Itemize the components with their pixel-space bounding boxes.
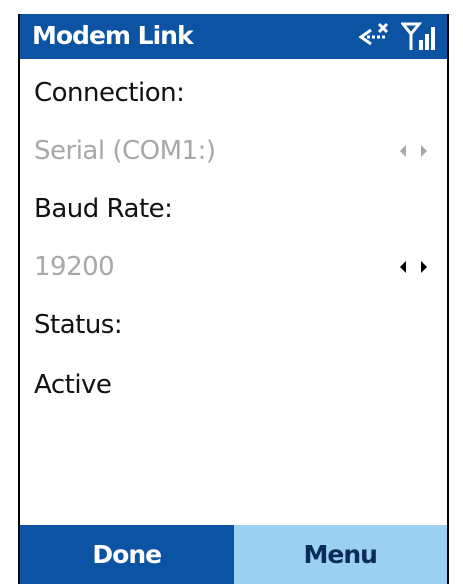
- connection-off-icon: [358, 22, 389, 46]
- baud-rate-spinner-arrows-icon[interactable]: [393, 245, 433, 289]
- softkey-bar: Done Menu: [20, 525, 447, 584]
- app-title: Modem Link: [32, 21, 194, 50]
- done-label: Done: [92, 540, 162, 569]
- done-softkey[interactable]: Done: [20, 525, 234, 584]
- status-label: Status:: [34, 310, 123, 340]
- status-value: Active: [34, 370, 112, 400]
- baud-rate-spinner[interactable]: 19200: [34, 245, 434, 289]
- menu-softkey[interactable]: Menu: [233, 525, 447, 584]
- title-bar: Modem Link: [20, 14, 447, 59]
- connection-spinner[interactable]: Serial (COM1:): [34, 129, 434, 173]
- connection-label: Connection:: [34, 78, 185, 108]
- menu-label: Menu: [303, 540, 378, 569]
- connection-spinner-arrows-icon[interactable]: [393, 129, 433, 173]
- signal-strength-icon: [401, 22, 435, 50]
- phone-screen: Modem Link Connection: Serial (COM1:) Ba…: [18, 14, 449, 584]
- form-content: Connection: Serial (COM1:) Baud Rate: 19…: [20, 59, 447, 525]
- connection-value: Serial (COM1:): [34, 136, 216, 166]
- status-icons: [357, 22, 437, 52]
- baud-rate-label: Baud Rate:: [34, 194, 173, 224]
- baud-rate-value: 19200: [34, 252, 115, 282]
